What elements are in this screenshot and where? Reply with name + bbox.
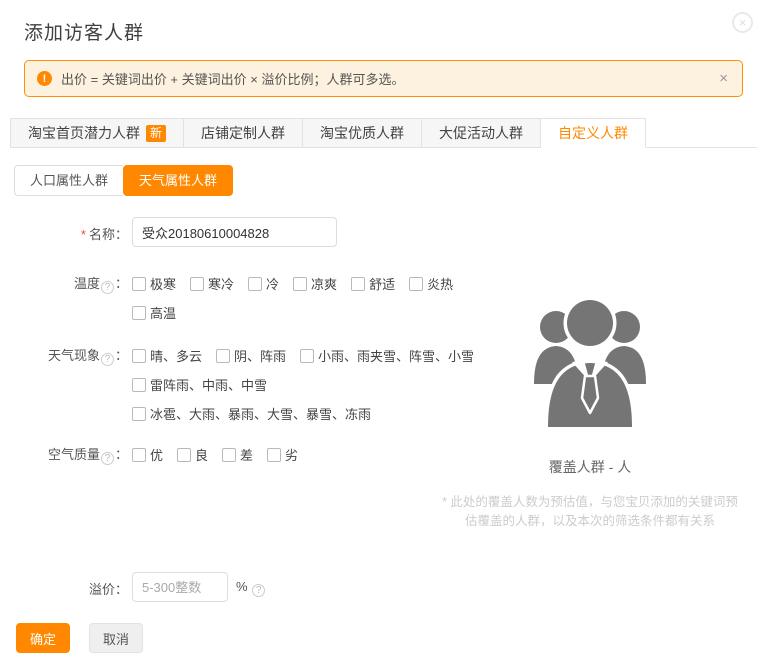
help-icon[interactable]: ? — [101, 452, 114, 465]
premium-unit: % ? — [236, 572, 266, 597]
checkbox-option-overcast-showers[interactable]: 阴、阵雨 — [216, 346, 286, 365]
name-row: *名称： — [24, 217, 743, 247]
tab-label: 淘宝首页潜力人群 — [28, 123, 140, 143]
checkbox-option-severe-weather[interactable]: 冰雹、大雨、暴雨、大雪、暴雪、冻雨 — [132, 404, 371, 423]
new-badge: 新 — [146, 125, 166, 142]
add-visitor-audience-dialog: 添加访客人群 × ! 出价 = 关键词出价 + 关键词出价 × 溢价比例；人群可… — [0, 0, 767, 663]
checkbox-option-extreme-cold[interactable]: 极寒 — [132, 274, 176, 293]
audience-people-icon — [515, 290, 665, 427]
dialog-footer: 确定 取消 — [16, 623, 143, 653]
checkbox[interactable] — [300, 349, 314, 363]
confirm-button[interactable]: 确定 — [16, 623, 70, 653]
checkbox[interactable] — [132, 378, 146, 392]
alert-exclamation-icon: ! — [37, 71, 52, 86]
premium-row: 溢价： % ? — [24, 572, 743, 602]
premium-label: 溢价： — [24, 572, 128, 598]
alert-close-icon[interactable]: × — [717, 70, 730, 87]
dialog-close-icon[interactable]: × — [732, 12, 753, 33]
alert-text: 出价 = 关键词出价 + 关键词出价 × 溢价比例；人群可多选。 — [61, 69, 404, 88]
name-label: *名称： — [24, 217, 128, 243]
checkbox-option-cold[interactable]: 寒冷 — [190, 274, 234, 293]
coverage-panel: 覆盖人群 - 人 * 此处的覆盖人数为预估值，与您宝贝添加的关键词预估覆盖的人群… — [440, 290, 740, 531]
required-asterisk: * — [81, 227, 86, 242]
tab-taobao-homepage-potential[interactable]: 淘宝首页潜力人群 新 — [10, 118, 184, 148]
checkbox-option-cool[interactable]: 凉爽 — [293, 274, 337, 293]
custom-audience-subtabs: 人口属性人群 天气属性人群 — [14, 165, 233, 196]
checkbox-option-chilly[interactable]: 冷 — [248, 274, 279, 293]
air-quality-label: 空气质量?： — [24, 443, 128, 465]
checkbox[interactable] — [351, 277, 365, 291]
tab-taobao-premium[interactable]: 淘宝优质人群 — [303, 118, 422, 148]
checkbox[interactable] — [132, 306, 146, 320]
bid-formula-alert: ! 出价 = 关键词出价 + 关键词出价 × 溢价比例；人群可多选。 × — [24, 60, 743, 97]
checkbox[interactable] — [177, 448, 191, 462]
help-icon[interactable]: ? — [101, 281, 114, 294]
tab-label: 自定义人群 — [558, 123, 628, 143]
temperature-label: 温度?： — [24, 272, 128, 294]
checkbox-option-air-bad[interactable]: 劣 — [267, 445, 298, 464]
tab-label: 淘宝优质人群 — [320, 123, 404, 143]
checkbox-option-sunny-cloudy[interactable]: 晴、多云 — [132, 346, 202, 365]
audience-name-input[interactable] — [132, 217, 337, 247]
coverage-note: * 此处的覆盖人数为预估值，与您宝贝添加的关键词预估覆盖的人群，以及本次的筛选条… — [442, 493, 738, 531]
coverage-caption: 覆盖人群 - 人 — [440, 457, 740, 477]
tab-shop-customized[interactable]: 店铺定制人群 — [184, 118, 303, 148]
weather-label: 天气现象?： — [24, 344, 128, 366]
checkbox-option-thunder-moderate[interactable]: 雷阵雨、中雨、中雪 — [132, 375, 267, 394]
help-icon[interactable]: ? — [101, 353, 114, 366]
premium-input[interactable] — [132, 572, 228, 602]
checkbox[interactable] — [190, 277, 204, 291]
checkbox-option-air-poor[interactable]: 差 — [222, 445, 253, 464]
audience-tabs: 淘宝首页潜力人群 新 店铺定制人群 淘宝优质人群 大促活动人群 自定义人群 — [10, 118, 757, 148]
subtab-demographic[interactable]: 人口属性人群 — [14, 165, 123, 196]
checkbox[interactable] — [132, 448, 146, 462]
checkbox-option-high-temp[interactable]: 高温 — [132, 303, 176, 322]
tab-custom-audience[interactable]: 自定义人群 — [541, 118, 646, 148]
help-icon[interactable]: ? — [252, 584, 265, 597]
tab-label: 店铺定制人群 — [201, 123, 285, 143]
checkbox[interactable] — [293, 277, 307, 291]
checkbox[interactable] — [132, 349, 146, 363]
checkbox[interactable] — [409, 277, 423, 291]
tab-promotion-event[interactable]: 大促活动人群 — [422, 118, 541, 148]
checkbox-option-comfortable[interactable]: 舒适 — [351, 274, 395, 293]
checkbox[interactable] — [216, 349, 230, 363]
checkbox[interactable] — [267, 448, 281, 462]
page-title: 添加访客人群 — [24, 18, 743, 45]
cancel-button[interactable]: 取消 — [89, 623, 143, 653]
checkbox[interactable] — [132, 407, 146, 421]
tab-label: 大促活动人群 — [439, 123, 523, 143]
checkbox-option-air-good[interactable]: 良 — [177, 445, 208, 464]
checkbox[interactable] — [222, 448, 236, 462]
checkbox-option-air-excellent[interactable]: 优 — [132, 445, 163, 464]
checkbox[interactable] — [132, 277, 146, 291]
checkbox[interactable] — [248, 277, 262, 291]
subtab-weather[interactable]: 天气属性人群 — [123, 165, 233, 196]
